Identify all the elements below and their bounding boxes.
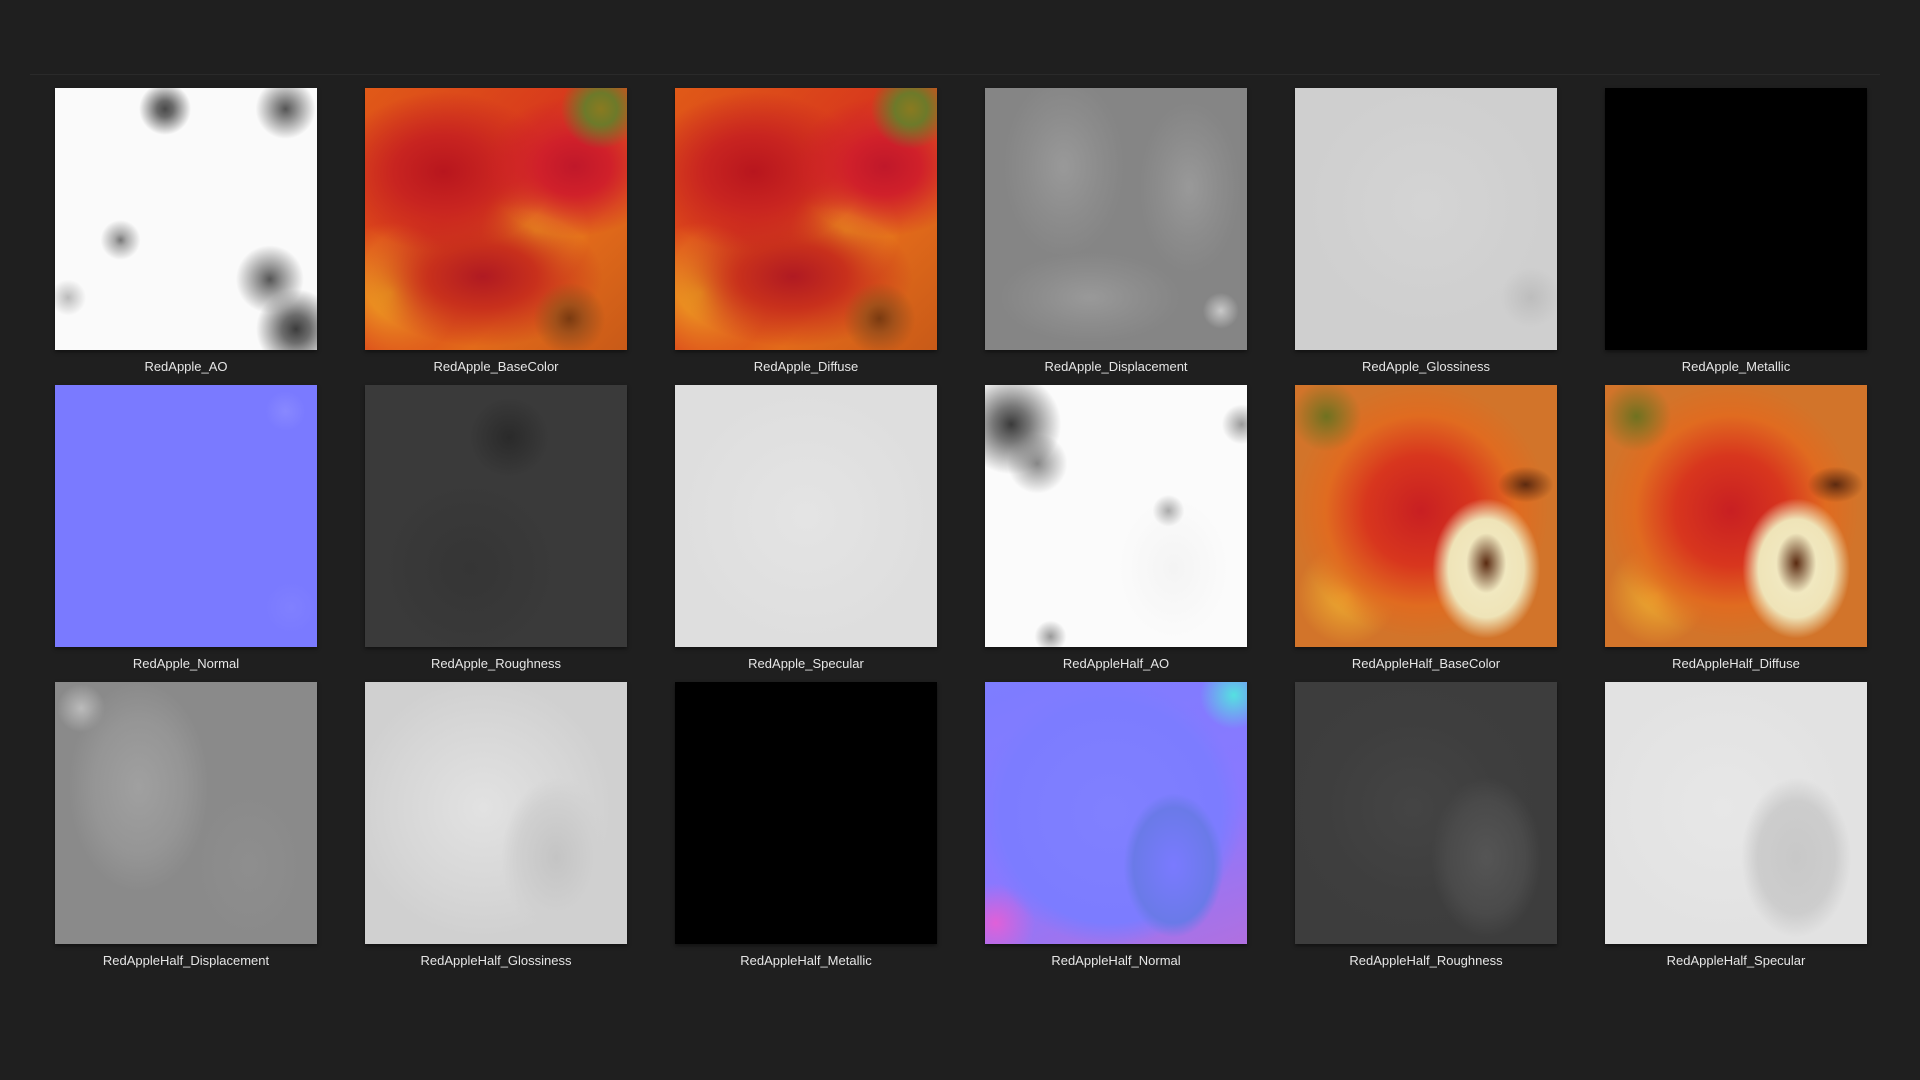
texture-thumbnail[interactable] [985,88,1247,350]
texture-tile-redapple-glossiness[interactable]: RedApple_Glossiness [1295,88,1557,385]
texture-tile-redapplehalf-diffuse[interactable]: RedAppleHalf_Diffuse [1605,385,1867,682]
texture-thumbnail[interactable] [365,682,627,944]
texture-tile-redapple-roughness[interactable]: RedApple_Roughness [365,385,627,682]
texture-tile-redapplehalf-metallic[interactable]: RedAppleHalf_Metallic [675,682,937,979]
texture-label: RedApple_Metallic [1681,359,1791,374]
texture-tile-redapplehalf-specular[interactable]: RedAppleHalf_Specular [1605,682,1867,979]
texture-label: RedApple_Specular [748,656,864,671]
texture-label: RedAppleHalf_Normal [1051,953,1181,968]
texture-tile-redapple-basecolor[interactable]: RedApple_BaseColor [365,88,627,385]
texture-label: RedApple_AO [144,359,228,374]
texture-tile-redapple-ao[interactable]: RedApple_AO [55,88,317,385]
texture-tile-redapple-displacement[interactable]: RedApple_Displacement [985,88,1247,385]
texture-browser: RedApple_AO RedApple_BaseColor RedApple_… [0,0,1920,1080]
texture-thumbnail[interactable] [985,385,1247,647]
texture-thumbnail[interactable] [985,682,1247,944]
texture-tile-redapple-specular[interactable]: RedApple_Specular [675,385,937,682]
texture-thumbnail[interactable] [675,682,937,944]
texture-label: RedAppleHalf_BaseColor [1351,656,1501,671]
texture-label: RedAppleHalf_Specular [1666,953,1806,968]
texture-tile-redapplehalf-basecolor[interactable]: RedAppleHalf_BaseColor [1295,385,1557,682]
texture-label: RedAppleHalf_Metallic [740,953,872,968]
texture-label: RedAppleHalf_AO [1062,656,1170,671]
texture-tile-redapple-normal[interactable]: RedApple_Normal [55,385,317,682]
texture-label: RedAppleHalf_Diffuse [1672,656,1800,671]
texture-thumbnail[interactable] [1295,385,1557,647]
texture-tile-redapplehalf-displacement[interactable]: RedAppleHalf_Displacement [55,682,317,979]
texture-label: RedAppleHalf_Roughness [1349,953,1503,968]
texture-label: RedAppleHalf_Glossiness [420,953,572,968]
texture-label: RedApple_Displacement [1044,359,1188,374]
texture-thumbnail[interactable] [675,385,937,647]
texture-tile-redapplehalf-ao[interactable]: RedAppleHalf_AO [985,385,1247,682]
texture-tile-redapple-diffuse[interactable]: RedApple_Diffuse [675,88,937,385]
texture-label: RedApple_Roughness [430,656,562,671]
texture-thumbnail[interactable] [1605,385,1867,647]
texture-thumbnail[interactable] [55,88,317,350]
texture-label: RedApple_BaseColor [433,359,559,374]
texture-grid: RedApple_AO RedApple_BaseColor RedApple_… [55,88,1867,979]
texture-thumbnail[interactable] [1605,88,1867,350]
texture-thumbnail[interactable] [1295,682,1557,944]
texture-thumbnail[interactable] [365,88,627,350]
texture-label: RedApple_Normal [132,656,240,671]
texture-thumbnail[interactable] [55,385,317,647]
texture-tile-redapple-metallic[interactable]: RedApple_Metallic [1605,88,1867,385]
texture-tile-redapplehalf-roughness[interactable]: RedAppleHalf_Roughness [1295,682,1557,979]
texture-tile-redapplehalf-normal[interactable]: RedAppleHalf_Normal [985,682,1247,979]
texture-label: RedApple_Glossiness [1362,359,1490,374]
texture-label: RedApple_Diffuse [753,359,859,374]
texture-label: RedAppleHalf_Displacement [102,953,270,968]
top-divider [30,74,1880,75]
texture-thumbnail[interactable] [55,682,317,944]
texture-thumbnail[interactable] [365,385,627,647]
texture-tile-redapplehalf-glossiness[interactable]: RedAppleHalf_Glossiness [365,682,627,979]
texture-thumbnail[interactable] [675,88,937,350]
texture-thumbnail[interactable] [1295,88,1557,350]
texture-thumbnail[interactable] [1605,682,1867,944]
